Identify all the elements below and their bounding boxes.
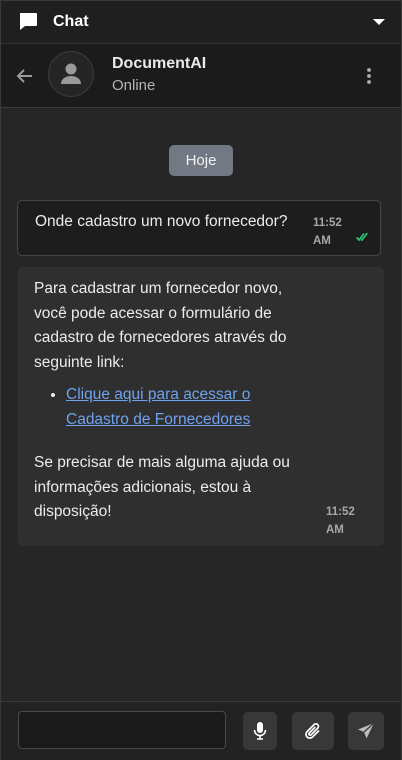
message-paragraph: Se precisar de mais alguma ajuda ou info… — [34, 454, 290, 520]
message-timestamp: 11:52 AM — [326, 506, 355, 536]
send-icon — [358, 722, 375, 739]
date-separator: Hoje — [169, 145, 233, 176]
panel-title-bar: Chat — [1, 1, 401, 44]
message-input[interactable] — [18, 711, 226, 749]
chat-bubble-icon — [18, 12, 38, 32]
chat-panel: Chat DocumentAI Online Hoje Onde cadastr… — [0, 0, 402, 760]
link-list: Clique aqui para acessar o Cadastro de F… — [34, 383, 306, 432]
avatar — [48, 51, 94, 97]
caret-down-icon — [373, 19, 385, 25]
more-vertical-icon — [367, 68, 371, 84]
contact-status: Online — [112, 77, 156, 94]
message-paragraph: Para cadastrar um fornecedor novo, você … — [34, 280, 287, 371]
send-button[interactable] — [348, 712, 384, 750]
incoming-message: Para cadastrar um fornecedor novo, você … — [18, 267, 384, 546]
attach-button[interactable] — [292, 712, 334, 750]
supplier-registration-link[interactable]: Clique aqui para acessar o Cadastro de F… — [66, 386, 250, 428]
arrow-left-icon — [16, 69, 32, 83]
back-button[interactable] — [15, 66, 35, 86]
double-check-icon — [356, 232, 368, 242]
outgoing-message: Onde cadastro um novo fornecedor? 11:52 … — [17, 200, 381, 256]
user-icon — [61, 63, 81, 84]
composer — [1, 701, 401, 760]
contact-name: DocumentAI — [112, 55, 207, 72]
message-list[interactable]: Hoje Onde cadastro um novo fornecedor? 1… — [1, 108, 401, 701]
panel-title: Chat — [53, 13, 89, 30]
contact-header: DocumentAI Online — [1, 44, 401, 108]
collapse-button[interactable] — [371, 14, 387, 30]
message-text: Onde cadastro um novo fornecedor? — [35, 213, 288, 230]
list-item: Clique aqui para acessar o Cadastro de F… — [66, 383, 306, 432]
paperclip-icon — [305, 723, 320, 739]
voice-button[interactable] — [243, 712, 277, 750]
microphone-icon — [253, 722, 267, 740]
more-options-button[interactable] — [361, 66, 377, 86]
message-timestamp: 11:52 AM — [313, 217, 342, 247]
